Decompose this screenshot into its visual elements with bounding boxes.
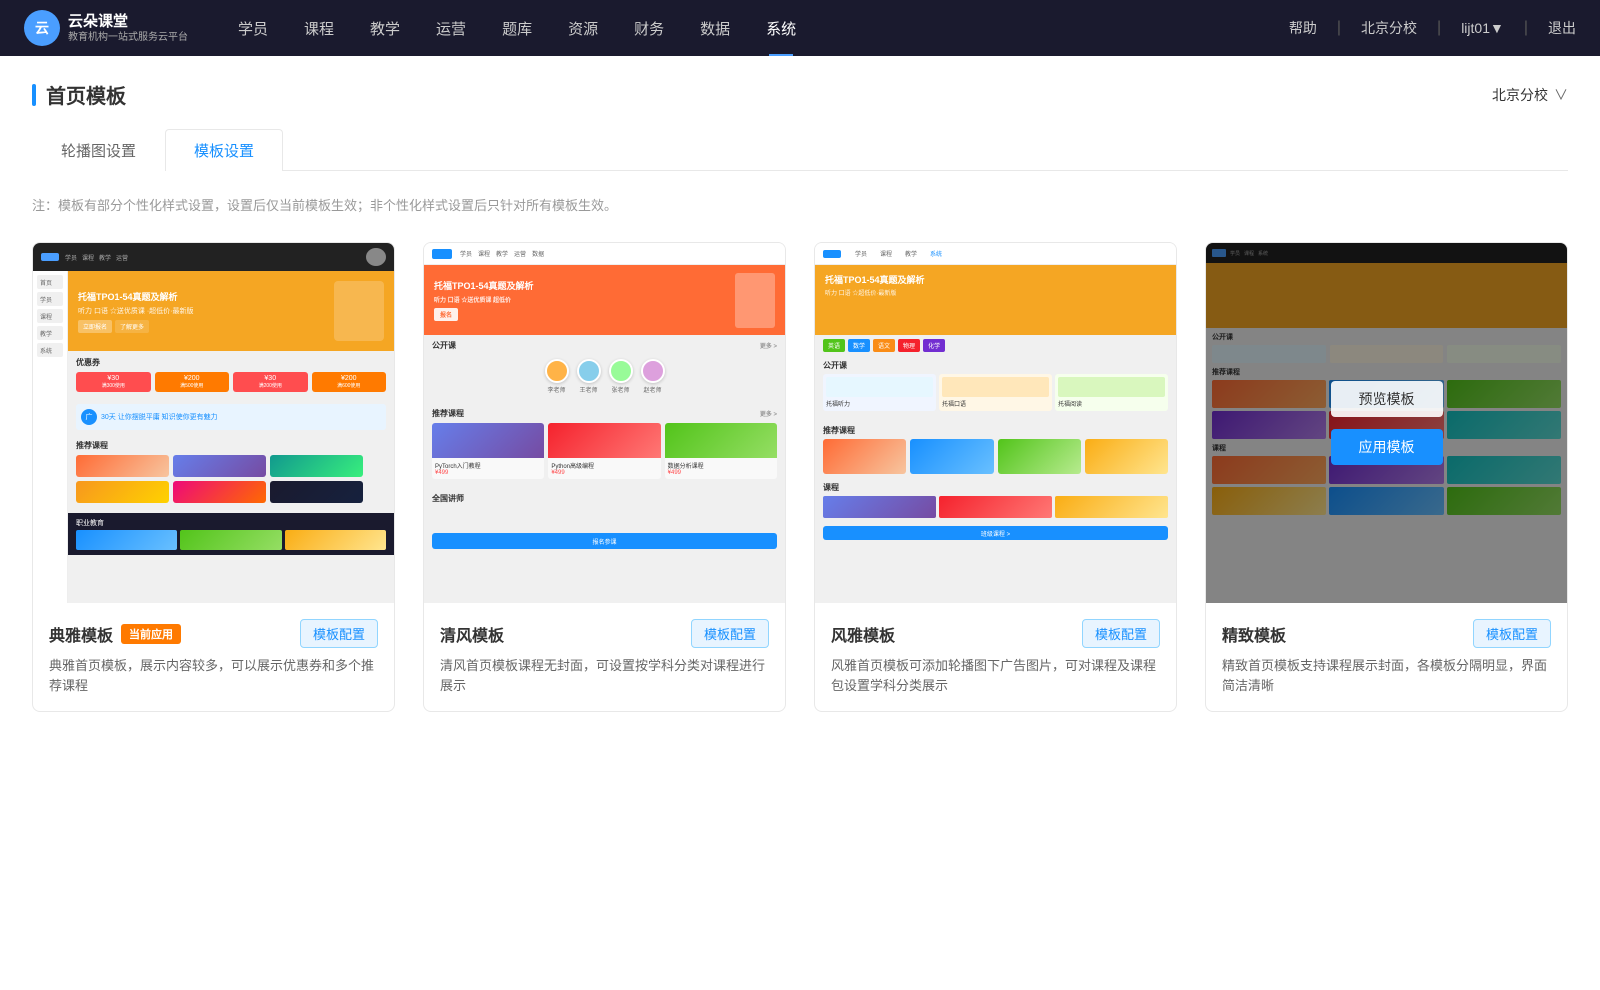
config-button-3[interactable]: 模板配置: [1082, 619, 1160, 648]
config-button-2[interactable]: 模板配置: [691, 619, 769, 648]
nav-item-resource[interactable]: 资源: [550, 0, 616, 56]
nav-item-course[interactable]: 课程: [286, 0, 352, 56]
template-preview-1: 学员 课程 教学 运营 首页 学员 课程 教学: [33, 243, 394, 603]
template-desc-1: 典雅首页模板，展示内容较多，可以展示优惠券和多个推荐课程: [49, 656, 378, 695]
template-desc-3: 风雅首页模板可添加轮播图下广告图片，可对课程及课程包设置学科分类展示: [831, 656, 1160, 695]
template-footer-2: 清风模板 模板配置 清风首页模板课程无封面，可设置按学科分类对课程进行展示: [424, 603, 785, 711]
preview-button-4[interactable]: 预览模板: [1331, 381, 1443, 417]
template-name-2: 清风模板: [440, 622, 504, 646]
template-footer-1: 典雅模板 当前应用 模板配置 典雅首页模板，展示内容较多，可以展示优惠券和多个推…: [33, 603, 394, 711]
logout-link[interactable]: 退出: [1548, 18, 1576, 38]
nav-item-finance[interactable]: 财务: [616, 0, 682, 56]
template-desc-4: 精致首页模板支持课程展示封面，各模板分隔明显，界面简洁清晰: [1222, 656, 1551, 695]
logo-icon: 云: [24, 10, 60, 46]
logo-sub: 教育机构一站式服务云平台: [68, 31, 188, 44]
nav-menu: 学员 课程 教学 运营 题库 资源 财务 数据 系统: [220, 0, 1289, 56]
help-link[interactable]: 帮助: [1289, 18, 1317, 38]
navbar: 云 云朵课堂 教育机构一站式服务云平台 学员 课程 教学 运营 题库 资源 财务…: [0, 0, 1600, 56]
logo-main: 云朵课堂: [68, 12, 188, 32]
nav-item-system[interactable]: 系统: [748, 0, 814, 56]
nav-item-operation[interactable]: 运营: [418, 0, 484, 56]
page-container: 首页模板 北京分校 ∨ 轮播图设置 模板设置 注：模板有部分个性化样式设置，设置…: [0, 56, 1600, 990]
nav-item-student[interactable]: 学员: [220, 0, 286, 56]
logo[interactable]: 云 云朵课堂 教育机构一站式服务云平台: [24, 10, 188, 46]
template-name-4: 精致模板: [1222, 622, 1286, 646]
templates-grid: 学员 课程 教学 运营 首页 学员 课程 教学: [32, 242, 1568, 712]
tab-carousel[interactable]: 轮播图设置: [32, 129, 165, 171]
branch-selector[interactable]: 北京分校 ∨: [1492, 85, 1568, 105]
template-name-1: 典雅模板 当前应用: [49, 622, 181, 646]
template-card-1[interactable]: 学员 课程 教学 运营 首页 学员 课程 教学: [32, 242, 395, 712]
tabs-container: 轮播图设置 模板设置: [32, 129, 1568, 171]
template-preview-2: 学员 课程 教学 运营 数据 托福TPO1-54真题及解析 听力 口语 ☆送优质…: [424, 243, 785, 603]
page-title: 首页模板: [32, 80, 126, 109]
config-button-4[interactable]: 模板配置: [1473, 619, 1551, 648]
template-card-2[interactable]: 学员 课程 教学 运营 数据 托福TPO1-54真题及解析 听力 口语 ☆送优质…: [423, 242, 786, 712]
template-footer-3: 风雅模板 模板配置 风雅首页模板可添加轮播图下广告图片，可对课程及课程包设置学科…: [815, 603, 1176, 711]
template-desc-2: 清风首页模板课程无封面，可设置按学科分类对课程进行展示: [440, 656, 769, 695]
nav-item-question[interactable]: 题库: [484, 0, 550, 56]
branch-link[interactable]: 北京分校: [1361, 18, 1417, 38]
current-badge-1: 当前应用: [121, 624, 181, 644]
template-card-4[interactable]: 预览模板 应用模板 学员 课程 系统 公开课: [1205, 242, 1568, 712]
nav-item-data[interactable]: 数据: [682, 0, 748, 56]
title-bar-decoration: [32, 84, 36, 106]
note-text: 注：模板有部分个性化样式设置，设置后仅当前模板生效；非个性化样式设置后只针对所有…: [32, 195, 1568, 214]
template-preview-4: 预览模板 应用模板 学员 课程 系统 公开课: [1206, 243, 1567, 603]
template-overlay-4: 预览模板 应用模板: [1206, 243, 1567, 603]
config-button-1[interactable]: 模板配置: [300, 619, 378, 648]
page-header: 首页模板 北京分校 ∨: [32, 80, 1568, 109]
template-name-3: 风雅模板: [831, 622, 895, 646]
template-preview-3: 学员 课程 教学 系统 托福TPO1-54真题及解析 听力 口语 ☆超低价·最新…: [815, 243, 1176, 603]
tab-template[interactable]: 模板设置: [165, 129, 283, 171]
chevron-down-icon: ∨: [1554, 85, 1568, 105]
apply-button-4[interactable]: 应用模板: [1331, 429, 1443, 465]
user-menu[interactable]: lijt01▼: [1461, 20, 1504, 36]
navbar-right: 帮助 | 北京分校 | lijt01▼ | 退出: [1289, 18, 1576, 38]
nav-item-teaching[interactable]: 教学: [352, 0, 418, 56]
template-footer-4: 精致模板 模板配置 精致首页模板支持课程展示封面，各模板分隔明显，界面简洁清晰: [1206, 603, 1567, 711]
template-card-3[interactable]: 学员 课程 教学 系统 托福TPO1-54真题及解析 听力 口语 ☆超低价·最新…: [814, 242, 1177, 712]
